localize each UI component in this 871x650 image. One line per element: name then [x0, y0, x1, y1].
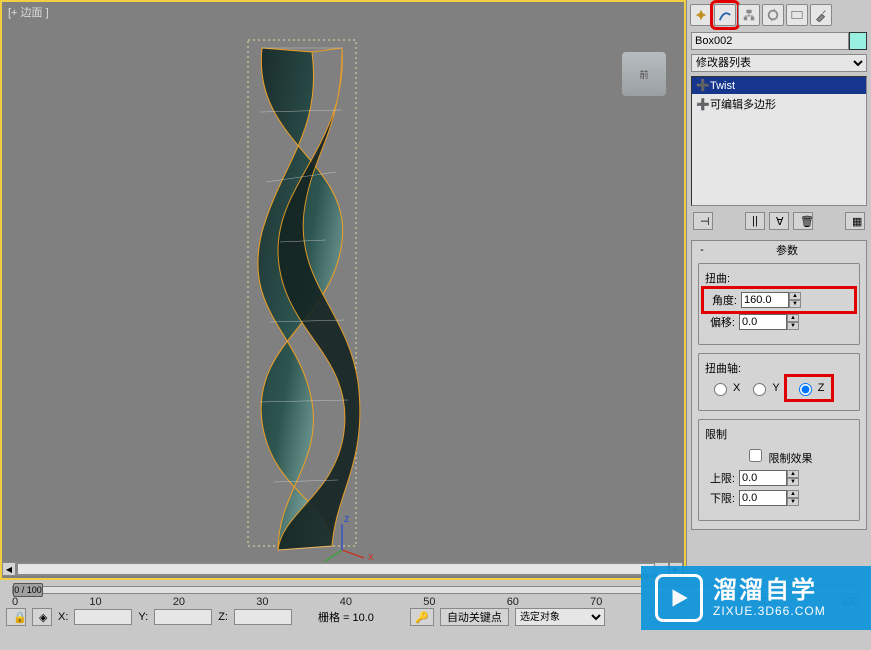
axis-group: 扭曲轴: X Y Z	[698, 353, 860, 411]
upper-limit-input[interactable]	[739, 470, 787, 486]
selection-set-button[interactable]: ◈	[32, 608, 52, 626]
modifier-item-editable-poly[interactable]: ➕ 可编辑多边形	[692, 94, 866, 114]
timeline-handle[interactable]: 0 / 100	[13, 583, 43, 597]
bias-input[interactable]	[739, 314, 787, 330]
upper-label: 上限:	[705, 470, 735, 486]
y-label: Y:	[138, 611, 148, 623]
panel-tabs	[687, 0, 871, 30]
spinner-up[interactable]: ▲	[787, 314, 799, 322]
modifier-stack[interactable]: ➕ Twist ➕ 可编辑多边形	[691, 76, 867, 206]
grid-readout: 栅格 = 10.0	[318, 609, 374, 625]
spinner-down[interactable]: ▼	[789, 300, 801, 308]
axis-x-option[interactable]: X	[709, 380, 740, 396]
limit-group: 限制 限制效果 上限: ▲▼ 下限: ▲▼	[698, 419, 860, 521]
tab-utilities[interactable]	[810, 4, 832, 26]
tab-create[interactable]	[690, 4, 712, 26]
show-end-result-button[interactable]: ||	[745, 212, 765, 230]
make-unique-button[interactable]: ∀	[769, 212, 789, 230]
tab-display[interactable]	[786, 4, 808, 26]
rollup-toggle[interactable]: -	[696, 244, 708, 256]
configure-sets-button[interactable]: ▦	[845, 212, 865, 230]
tab-modify[interactable]	[714, 4, 736, 26]
expand-icon[interactable]: ➕	[696, 79, 706, 92]
params-rollup: - 参数 扭曲: 角度: ▲▼ 偏移: ▲▼	[691, 240, 867, 530]
pin-stack-button[interactable]: ⊣	[693, 212, 713, 230]
play-icon	[655, 574, 703, 622]
group-legend: 扭曲轴:	[705, 363, 741, 375]
modifier-list-dropdown[interactable]: 修改器列表	[691, 54, 867, 72]
tab-motion[interactable]	[762, 4, 784, 26]
modifier-label: 可编辑多边形	[710, 96, 776, 112]
watermark-url: ZIXUE.3D66.COM	[713, 605, 826, 618]
tab-hierarchy[interactable]	[738, 4, 760, 26]
limit-effect-checkbox[interactable]: 限制效果	[745, 446, 812, 466]
object-name-input[interactable]	[691, 32, 849, 50]
axis-y-option[interactable]: Y	[748, 380, 779, 396]
z-label: Z:	[218, 611, 228, 623]
lower-label: 下限:	[705, 490, 735, 506]
y-coord-input[interactable]	[154, 609, 212, 625]
x-label: X:	[58, 611, 68, 623]
spinner-down[interactable]: ▼	[787, 322, 799, 330]
command-panel: 修改器列表 ➕ Twist ➕ 可编辑多边形 ⊣ || ∀ 🗑 ▦	[686, 0, 871, 580]
lower-limit-input[interactable]	[739, 490, 787, 506]
spinner-down[interactable]: ▼	[787, 498, 799, 506]
viewport-hscroll[interactable]: ◀ ▶	[2, 562, 683, 576]
rollup-title: 参数	[712, 242, 862, 258]
modifier-label: Twist	[710, 80, 735, 92]
viewport-3d[interactable]: [+ 边面 ] 前	[0, 0, 686, 580]
angle-input[interactable]	[741, 292, 789, 308]
spinner-up[interactable]: ▲	[787, 470, 799, 478]
x-coord-input[interactable]	[74, 609, 132, 625]
remove-modifier-button[interactable]: 🗑	[793, 212, 813, 230]
bias-label: 偏移:	[705, 314, 735, 330]
spinner-up[interactable]: ▲	[787, 490, 799, 498]
rollup-header[interactable]: - 参数	[692, 241, 866, 259]
twist-group: 扭曲: 角度: ▲▼ 偏移: ▲▼	[698, 263, 860, 345]
set-key-button[interactable]: 🔑	[410, 608, 434, 626]
scroll-thumb[interactable]	[17, 563, 655, 575]
modifier-item-twist[interactable]: ➕ Twist	[692, 77, 866, 94]
scroll-left-arrow[interactable]: ◀	[2, 562, 16, 576]
lock-selection-button[interactable]: 🔒	[6, 608, 26, 626]
viewport-label: [+ 边面 ]	[8, 4, 49, 20]
group-legend: 限制	[705, 429, 727, 441]
watermark: 溜溜自学 ZIXUE.3D66.COM	[641, 566, 871, 630]
autokey-button[interactable]: 自动关键点	[440, 608, 509, 626]
spinner-up[interactable]: ▲	[789, 292, 801, 300]
spinner-down[interactable]: ▼	[787, 478, 799, 486]
stack-tools: ⊣ || ∀ 🗑 ▦	[687, 208, 871, 234]
axis-z-option[interactable]: Z	[788, 378, 831, 398]
z-coord-input[interactable]	[234, 609, 292, 625]
twisted-box-model: x z	[182, 22, 452, 582]
watermark-title: 溜溜自学	[713, 578, 826, 604]
expand-icon[interactable]: ➕	[696, 98, 706, 111]
viewcube[interactable]: 前	[622, 52, 666, 96]
svg-text:z: z	[344, 513, 350, 525]
object-color-swatch[interactable]	[849, 32, 867, 50]
angle-label: 角度:	[707, 292, 737, 308]
key-filter-dropdown[interactable]: 选定对象	[515, 608, 605, 626]
group-legend: 扭曲:	[705, 273, 730, 285]
